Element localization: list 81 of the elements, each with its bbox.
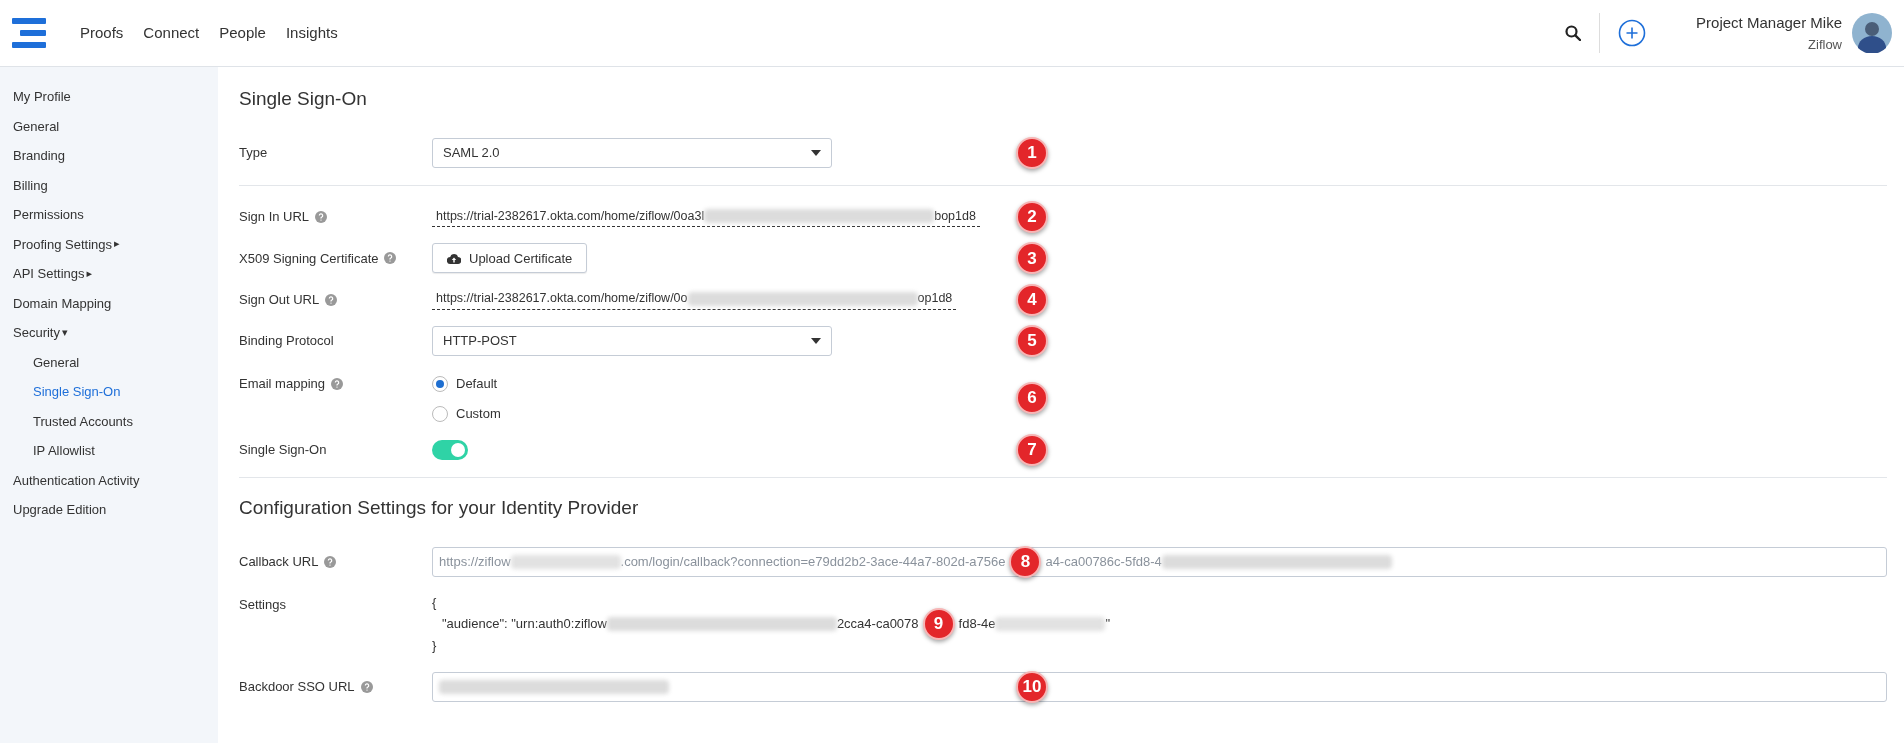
field-label: Single Sign-On xyxy=(239,441,327,460)
sidebar-subitem[interactable]: Single Sign-On xyxy=(13,377,218,407)
callout-badge: 5 xyxy=(1016,325,1048,357)
help-icon[interactable] xyxy=(331,377,343,390)
help-icon[interactable] xyxy=(360,680,373,693)
field-label: Sign Out URL xyxy=(239,290,320,309)
upload-button[interactable]: Upload Certificate xyxy=(432,243,588,274)
radio-option[interactable]: Default xyxy=(432,374,501,394)
toggle-switch[interactable] xyxy=(432,440,468,460)
field-label: X509 Signing Certificate xyxy=(239,249,379,268)
value-text: bop1d8 xyxy=(934,207,976,225)
value-text: a4-ca00786c-5fd8-4 xyxy=(1045,552,1162,571)
field-label: Settings xyxy=(239,595,286,614)
sidebar-subitem[interactable]: Trusted Accounts xyxy=(13,406,218,436)
value-text: .com/login/callback?connection=e79dd2b2-3ace-44a7-802d-a756e xyxy=(620,552,1006,571)
sidebar-subitem[interactable]: IP Allowlist xyxy=(13,436,218,466)
value-text: https://ziflow xyxy=(439,552,511,571)
sidebar-item[interactable]: API Settings▸ xyxy=(13,259,218,289)
section-title: Single Sign-On xyxy=(239,87,368,111)
org-name: Ziflow xyxy=(1808,35,1842,54)
section-title: Configuration Settings for your Identity Provider xyxy=(239,496,640,520)
field-label: Email mapping xyxy=(239,375,325,393)
caret-down-icon xyxy=(811,149,821,156)
code-brace: } xyxy=(432,637,438,655)
sidebar-item[interactable]: Proofing Settings▸ xyxy=(13,229,218,259)
user-name: Project Manager Mike xyxy=(1696,13,1842,33)
value-text: op1d8 xyxy=(917,290,953,308)
callout-badge: 6 xyxy=(1016,382,1048,414)
field-label: Type xyxy=(239,143,268,162)
sidebar-item[interactable]: Security▾ xyxy=(13,318,218,348)
nav-link[interactable]: Connect xyxy=(143,21,200,45)
callout-badge: 1 xyxy=(1016,136,1048,169)
help-icon[interactable] xyxy=(324,555,337,568)
caret-icon: ▾ xyxy=(61,324,68,341)
value-text: 2cca4-ca0078 xyxy=(836,615,919,634)
value-text: "audience": "urn:auth0:ziflow xyxy=(442,615,607,634)
callout-badge: 3 xyxy=(1016,242,1048,275)
callout-badge: 8 xyxy=(1009,545,1042,578)
nav-link[interactable]: Insights xyxy=(285,21,338,45)
value-text: " xyxy=(1105,615,1111,634)
sidebar-item[interactable]: Branding xyxy=(13,141,218,171)
sidebar-item[interactable]: General xyxy=(13,111,218,141)
cloud-upload-icon xyxy=(447,252,461,264)
radio-option[interactable]: Custom xyxy=(432,404,501,424)
caret-down-icon xyxy=(811,338,821,344)
help-icon[interactable] xyxy=(315,210,328,223)
callout-badge: 9 xyxy=(922,608,955,640)
field-label: Sign In URL xyxy=(239,208,310,227)
help-icon[interactable] xyxy=(384,252,397,265)
url-link[interactable]: https://trial-2382617.okta.com/home/ziflow/0oa3l bop1d8 xyxy=(432,206,980,228)
field-label: Binding Protocol xyxy=(239,332,334,351)
sidebar-item[interactable]: Domain Mapping xyxy=(13,288,218,318)
select-field[interactable]: HTTP-POST xyxy=(432,326,832,356)
caret-icon: ▸ xyxy=(114,236,120,253)
help-icon[interactable] xyxy=(325,293,338,306)
sidebar-item[interactable]: Permissions xyxy=(13,200,218,230)
add-icon[interactable] xyxy=(1618,19,1647,47)
value-text: https://trial-2382617.okta.com/home/ziflow/0o xyxy=(436,290,688,308)
text-field[interactable]: https://ziflow .com/login/callback?connection=e79dd2b2-3ace-44a7-802d-a756e 8 a4-ca00786c-5fd8-4 xyxy=(432,546,1887,577)
nav-link[interactable]: People xyxy=(219,21,266,45)
search-icon[interactable] xyxy=(1565,25,1582,41)
logo-icon[interactable] xyxy=(12,18,46,48)
callout-badge: 2 xyxy=(1016,200,1048,233)
text-field[interactable] xyxy=(432,671,1887,702)
callout-badge: 7 xyxy=(1016,434,1048,466)
sidebar-item[interactable]: Billing xyxy=(13,170,218,200)
code-brace: { xyxy=(432,593,438,612)
callout-badge: 4 xyxy=(1016,283,1048,316)
sidebar-item[interactable]: My Profile xyxy=(13,82,218,112)
nav-link[interactable]: Proofs xyxy=(80,21,124,45)
value-text: https://trial-2382617.okta.com/home/ziflow/0oa3l xyxy=(436,207,705,225)
sidebar-item[interactable]: Upgrade Edition xyxy=(13,495,218,525)
field-label: Callback URL xyxy=(239,552,319,571)
avatar-icon[interactable] xyxy=(1852,13,1892,53)
url-link[interactable]: https://trial-2382617.okta.com/home/ziflow/0o op1d8 xyxy=(432,289,957,310)
sidebar-subitem[interactable]: General xyxy=(13,347,218,377)
caret-icon: ▸ xyxy=(86,265,93,282)
field-label: Backdoor SSO URL xyxy=(239,677,355,696)
value-text: fd8-4e xyxy=(958,615,996,634)
select-field[interactable]: SAML 2.0 xyxy=(432,137,832,168)
sidebar-item[interactable]: Authentication Activity xyxy=(13,465,218,495)
